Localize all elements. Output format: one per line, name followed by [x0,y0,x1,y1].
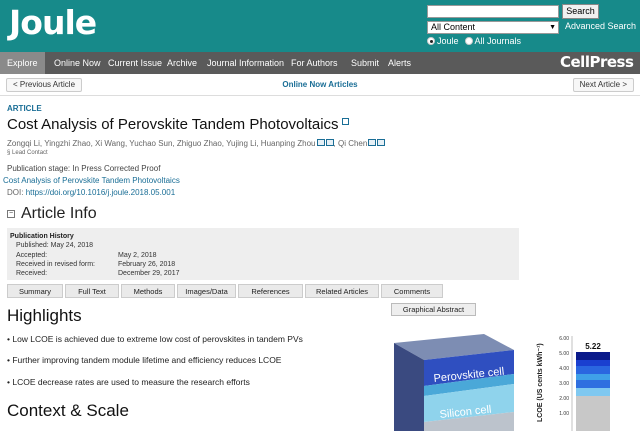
publication-stage: Publication stage: In Press Corrected Pr… [7,164,161,173]
highlight-text: Low LCOE is achieved due to extreme low … [12,334,303,344]
tick-label: 1.00 [559,411,569,417]
history-accepted-value: May 2, 2018 [118,252,157,259]
nav-explore[interactable]: Explore [0,52,45,74]
tick-label: 6.00 [559,336,569,342]
tab-images-data[interactable]: Images/Data [177,284,236,298]
history-revised-label: Received in revised form: [16,261,95,268]
bar-segment [576,388,610,396]
bar-segment [576,360,610,366]
history-accepted-label: Accepted: [16,252,48,259]
graphical-abstract-image[interactable]: Perovskite cell Silicon cell LCOE (US ce… [392,322,639,431]
tab-methods[interactable]: Methods [121,284,175,298]
chevron-down-icon: ▼ [549,24,556,31]
history-received-value: December 29, 2017 [118,270,180,277]
tick-label: 4.00 [559,366,569,372]
search-scope-select[interactable]: All Content ▼ [427,21,559,34]
radio-unselected-icon [464,37,473,45]
graphical-abstract-button[interactable]: Graphical Abstract [391,303,476,316]
lead-contact-note: § Lead Contact [7,150,48,156]
highlight-text: Further improving tandem module lifetime… [12,355,282,365]
nav-submit[interactable]: Submit [351,52,379,74]
tick-label: 5.00 [559,351,569,357]
search-scope-radios: Joule All Journals [427,36,521,46]
nav-journal-information[interactable]: Journal Information [207,52,284,74]
highlight-text: LCOE decrease rates are used to measure … [12,377,250,387]
highlight-item: • LCOE decrease rates are used to measur… [7,377,250,387]
authors-text: Zongqi Li, Yingzhi Zhao, Xi Wang, Yuchao… [7,139,316,148]
radio-selected-icon [427,37,435,45]
tab-comments[interactable]: Comments [381,284,443,298]
bar-value-label: 5.22 [585,342,601,351]
search-input[interactable] [427,5,559,18]
next-article-button[interactable]: Next Article > [572,78,634,92]
nav-for-authors[interactable]: For Authors [291,52,338,74]
history-received-label: Received: [16,270,48,277]
article-subtitle-link[interactable]: Cost Analysis of Perovskite Tandem Photo… [3,176,180,185]
radio-joule-label: Joule [437,36,459,46]
graphical-abstract-svg: Perovskite cell Silicon cell LCOE (US ce… [394,334,610,431]
context-scale-heading: Context & Scale [7,401,129,420]
doi-label: DOI: [7,188,24,197]
nav-archive[interactable]: Archive [167,52,197,74]
highlight-item: • Low LCOE is achieved due to extreme lo… [7,334,303,344]
doi-line: DOI: https://doi.org/10.1016/j.joule.201… [7,188,175,197]
tab-references[interactable]: References [238,284,303,298]
main-nav: Explore Online Now Current Issue Archive… [0,52,640,74]
article-title: Cost Analysis of Perovskite Tandem Photo… [7,116,349,133]
cellpress-logo[interactable]: CellPress [560,53,634,71]
nav-online-now[interactable]: Online Now [54,52,101,74]
history-revised-value: February 26, 2018 [118,261,176,268]
search-button[interactable]: Search [562,4,599,19]
tab-related-articles[interactable]: Related Articles [305,284,379,298]
last-author-text[interactable]: Qi Chen [338,139,367,148]
site-header: Joule Search All Content ▼ Advanced Sear… [0,0,640,52]
email-icon[interactable] [377,139,386,146]
nav-alerts[interactable]: Alerts [388,52,411,74]
publication-history-box [7,228,519,280]
bar-segment [576,366,610,374]
article-info-heading[interactable]: − Article Info [7,205,97,223]
article-title-text: Cost Analysis of Perovskite Tandem Photo… [7,116,339,133]
article-pager: < Previous Article Online Now Articles N… [0,74,640,96]
tick-label: 3.00 [559,381,569,387]
search-scope-value: All Content [431,22,476,32]
publication-history-title: Publication History [10,233,74,240]
collapse-icon[interactable]: − [7,210,15,218]
author-list: Zongqi Li, Yingzhi Zhao, Xi Wang, Yuchao… [7,139,386,148]
tick-label: 2.00 [559,396,569,402]
doi-link[interactable]: https://doi.org/10.1016/j.joule.2018.05.… [26,188,175,197]
article-type-label: ARTICLE [7,104,42,113]
radio-all-journals[interactable]: All Journals [464,36,522,46]
email-icon[interactable] [325,139,334,146]
nav-current-issue[interactable]: Current Issue [108,52,162,74]
lead-contact-text: Lead Contact [12,150,48,156]
radio-all-label: All Journals [474,36,522,46]
article-info-title: Article Info [21,205,97,222]
bar-segment [576,374,610,380]
journal-logo[interactable]: Joule [9,3,97,42]
bar-segment [576,396,610,431]
bar-segment [576,352,610,360]
share-icon[interactable] [341,118,349,125]
contact-icon[interactable] [316,139,325,146]
bar-segment [576,380,610,388]
highlight-item: • Further improving tandem module lifeti… [7,355,282,365]
lcoe-axis-label: LCOE (US cents kWh⁻¹) [537,343,544,422]
tab-full-text[interactable]: Full Text [65,284,119,298]
tab-summary[interactable]: Summary [7,284,63,298]
advanced-search-link[interactable]: Advanced Search [565,21,636,31]
radio-joule[interactable]: Joule [427,36,459,46]
history-published: Published: May 24, 2018 [16,242,94,249]
highlights-heading: Highlights [7,306,82,325]
online-now-articles-link[interactable]: Online Now Articles [0,80,640,89]
contact-icon[interactable] [368,139,377,146]
